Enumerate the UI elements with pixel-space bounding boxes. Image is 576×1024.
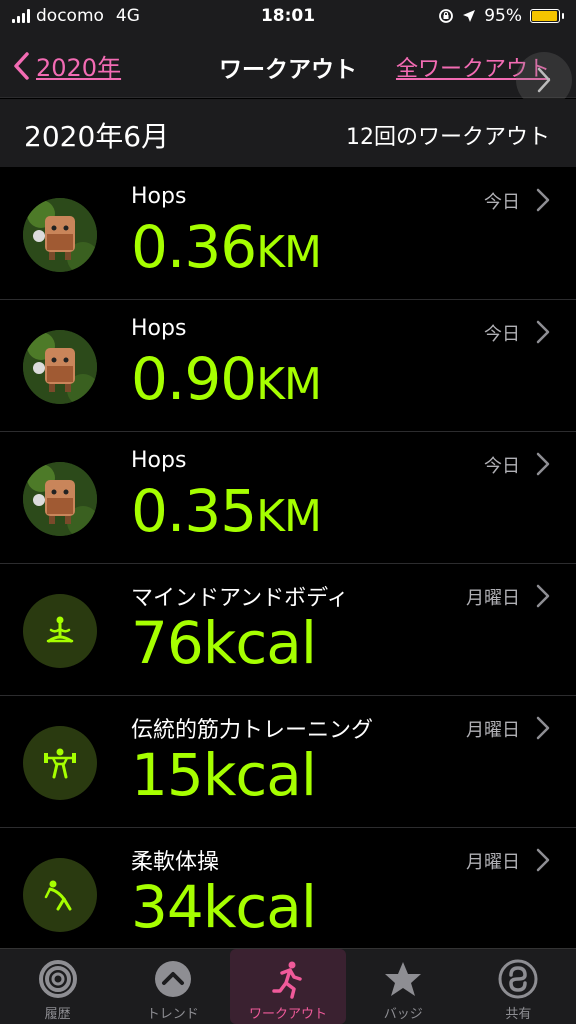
nav-bar: 2020年 ワークアウト 全ワークアウト xyxy=(0,34,576,108)
metric-value: 76 xyxy=(131,609,204,677)
month-label: 2020年6月 xyxy=(24,120,170,153)
chevron-right-icon xyxy=(536,320,550,344)
month-section-header: 2020年6月 12回のワークアウト xyxy=(0,99,576,167)
location-icon xyxy=(463,10,476,22)
metric-unit: kcal xyxy=(202,873,317,941)
chevron-right-icon xyxy=(536,848,550,872)
status-bar: docomo 4G 18:01 95% xyxy=(0,0,576,34)
workout-metric: 34kcal xyxy=(131,872,317,942)
hops-avatar-icon xyxy=(23,330,97,404)
workout-metric: 0.35KM xyxy=(131,476,322,552)
metric-unit: kcal xyxy=(202,609,317,677)
workout-row[interactable]: Hops 0.35KM 今日 xyxy=(0,432,576,564)
tab-label: 履歴 xyxy=(44,1007,71,1022)
workout-count: 12回のワークアウト xyxy=(346,125,550,150)
badge-star-icon xyxy=(385,962,422,996)
chevron-right-icon xyxy=(536,584,550,608)
workout-row[interactable]: Hops 0.90KM 今日 xyxy=(0,300,576,432)
trends-icon xyxy=(154,961,191,997)
workout-date: 今日 xyxy=(484,324,520,345)
rotation-lock-icon xyxy=(439,9,454,23)
workout-date: 月曜日 xyxy=(466,720,520,741)
mind-body-icon xyxy=(23,594,97,668)
tab-history[interactable]: 履歴 xyxy=(0,949,115,1024)
metric-value: 0.36 xyxy=(131,213,257,281)
workout-metric: 15kcal xyxy=(131,740,317,810)
sharing-icon xyxy=(498,959,538,999)
battery-percent: 95% xyxy=(484,6,522,26)
workout-date: 月曜日 xyxy=(466,588,520,609)
workout-row[interactable]: マインドアンドボディ 76kcal 月曜日 xyxy=(0,564,576,696)
hops-avatar-icon xyxy=(23,462,97,536)
tab-label: 共有 xyxy=(505,1007,532,1022)
tab-sharing[interactable]: 共有 xyxy=(461,949,576,1024)
workout-date: 今日 xyxy=(484,456,520,477)
workout-name: Hops xyxy=(131,184,187,209)
workout-row[interactable]: Hops 0.36KM 今日 xyxy=(0,168,576,300)
metric-unit: KM xyxy=(256,227,322,278)
metric-unit: KM xyxy=(256,491,322,542)
chevron-right-icon xyxy=(536,188,550,212)
tab-label: バッジ xyxy=(383,1007,423,1022)
workout-name: Hops xyxy=(131,448,187,473)
tab-label: トレンド xyxy=(146,1007,199,1022)
workout-list: Hops 0.36KM 今日 Hops 0.90KM 今日 Hops 0.35K… xyxy=(0,168,576,960)
tab-workout[interactable]: ワークアウト xyxy=(230,949,346,1024)
tab-bar: 履歴 トレンド ワークアウト バッジ 共有 xyxy=(0,948,576,1024)
metric-value: 15 xyxy=(131,741,204,809)
workout-date: 月曜日 xyxy=(466,852,520,873)
workout-name: Hops xyxy=(131,316,187,341)
flexibility-icon xyxy=(23,858,97,932)
metric-unit: kcal xyxy=(202,741,317,809)
workout-row[interactable]: 伝統的筋力トレーニング 15kcal 月曜日 xyxy=(0,696,576,828)
metric-value: 0.35 xyxy=(131,477,257,545)
history-ring-icon xyxy=(38,960,77,998)
tab-badges[interactable]: バッジ xyxy=(346,949,461,1024)
metric-unit: KM xyxy=(256,359,322,410)
workout-metric: 76kcal xyxy=(131,608,317,678)
workout-row[interactable]: 柔軟体操 34kcal 月曜日 xyxy=(0,828,576,960)
workout-metric: 0.36KM xyxy=(131,212,322,288)
hops-avatar-icon xyxy=(23,198,97,272)
tab-label: ワークアウト xyxy=(249,1007,328,1022)
chevron-right-icon xyxy=(537,67,551,93)
chevron-right-icon xyxy=(536,716,550,740)
chevron-right-icon xyxy=(536,452,550,476)
workout-date: 今日 xyxy=(484,192,520,213)
strength-training-icon xyxy=(23,726,97,800)
metric-value: 34 xyxy=(131,873,204,941)
workout-metric: 0.90KM xyxy=(131,344,322,420)
status-right: 95% xyxy=(438,6,564,26)
metric-value: 0.90 xyxy=(131,345,257,413)
battery-icon xyxy=(530,9,564,23)
tab-trends[interactable]: トレンド xyxy=(115,949,230,1024)
workout-runner-icon xyxy=(272,961,302,999)
